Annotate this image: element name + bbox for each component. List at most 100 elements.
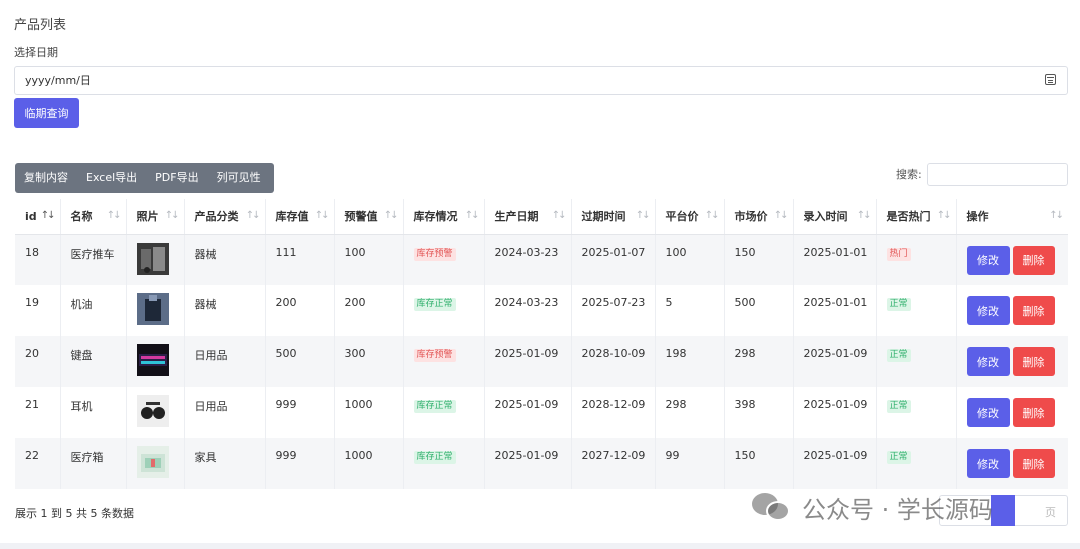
edit-button[interactable]: 修改 <box>966 449 1010 478</box>
column-visibility-button[interactable]: 列可见性 <box>208 163 270 193</box>
copy-button[interactable]: 复制内容 <box>15 163 77 193</box>
watermark: 公众号 · 学长源码 <box>752 489 993 525</box>
column-header-label: 照片 <box>136 210 159 224</box>
cell-actions: 修改 删除 <box>956 336 1068 387</box>
cell-platform-price: 99 <box>655 438 725 489</box>
column-header[interactable]: 库存值 ↑↓ <box>265 199 335 235</box>
expiry-query-button[interactable]: 临期查询 <box>14 98 79 128</box>
delete-button[interactable]: 删除 <box>1012 398 1055 427</box>
cell-stock: 999 <box>265 438 335 489</box>
cell-expiry-date: 2025-01-07 <box>571 234 656 285</box>
headphone-photo-icon <box>136 395 169 427</box>
edit-button[interactable]: 修改 <box>966 245 1010 275</box>
sort-icon[interactable]: ↑↓ <box>1049 210 1064 221</box>
search-input[interactable] <box>927 163 1068 186</box>
column-header[interactable]: 平台价 ↑↓ <box>655 199 725 235</box>
column-header[interactable]: 预警值 ↑↓ <box>334 199 404 235</box>
table-row: 20 键盘 日用品 500 300 库存预警 2025-01-09 2028-10-09 198… <box>15 336 1068 387</box>
cell-name: 医疗推车 <box>60 234 127 285</box>
status-badge: 库存正常 <box>413 451 456 464</box>
cell-platform-price: 198 <box>655 336 725 387</box>
cell-entry-time: 2025-01-01 <box>793 234 877 285</box>
column-header[interactable]: 名称 ↑↓ <box>60 199 127 235</box>
cell-name: 键盘 <box>60 336 127 387</box>
cell-entry-time: 2025-01-09 <box>793 336 877 387</box>
sort-icon[interactable]: ↑↓ <box>465 210 480 221</box>
column-header[interactable]: 操作 ↑↓ <box>956 199 1068 235</box>
cell-category: 器械 <box>184 234 266 285</box>
cell-production-date: 2025-01-09 <box>484 336 572 387</box>
delete-button[interactable]: 删除 <box>1012 296 1055 325</box>
cell-expiry-date: 2027-12-09 <box>571 438 656 489</box>
sort-icon[interactable]: ↑↓ <box>552 210 567 221</box>
column-header[interactable]: 库存情况 ↑↓ <box>403 199 485 235</box>
hot-badge: 正常 <box>886 451 911 464</box>
page-1-button[interactable] <box>991 495 1015 526</box>
cell-warning-value: 300 <box>334 336 404 387</box>
column-header-label: 产品分类 <box>194 210 239 224</box>
sort-icon[interactable]: ↑↓ <box>246 210 261 221</box>
column-header[interactable]: 市场价 ↑↓ <box>724 199 794 235</box>
status-badge: 库存预警 <box>413 349 456 362</box>
product-list-page: 产品列表 选择日期 yyyy/mm/日 临期查询 复制内容 Excel导出 PD… <box>0 0 1080 549</box>
column-header[interactable]: 录入时间 ↑↓ <box>793 199 877 235</box>
cell-platform-price: 100 <box>655 234 725 285</box>
column-header-label: 库存情况 <box>413 210 458 224</box>
table-row: 18 医疗推车 器械 111 100 库存预警 2024-03-23 2025-01-07 10… <box>15 234 1068 285</box>
cell-photo <box>126 438 185 489</box>
wechat-icon <box>752 491 792 523</box>
column-header[interactable]: 照片 ↑↓ <box>126 199 185 235</box>
column-header[interactable]: 是否热门 ↑↓ <box>876 199 957 235</box>
date-input[interactable]: yyyy/mm/日 <box>14 66 1068 95</box>
sort-icon[interactable]: ↑↓ <box>107 210 122 221</box>
delete-button[interactable]: 删除 <box>1012 347 1055 376</box>
cell-warning-value: 1000 <box>334 438 404 489</box>
delete-button[interactable]: 删除 <box>1012 245 1055 275</box>
column-header[interactable]: 产品分类 ↑↓ <box>184 199 266 235</box>
cell-market-price: 398 <box>724 387 794 438</box>
column-header-label: 是否热门 <box>886 210 931 224</box>
sort-icon[interactable]: ↑↓ <box>41 210 56 221</box>
cell-entry-time: 2025-01-01 <box>793 285 877 336</box>
cell-stock: 200 <box>265 285 335 336</box>
pdf-export-button[interactable]: PDF导出 <box>146 163 207 193</box>
cell-category: 日用品 <box>184 387 266 438</box>
sort-icon[interactable]: ↑↓ <box>705 210 720 221</box>
edit-button[interactable]: 修改 <box>966 296 1010 325</box>
calendar-icon[interactable] <box>1045 74 1056 85</box>
column-header[interactable]: 过期时间 ↑↓ <box>571 199 656 235</box>
hot-badge: 热门 <box>886 247 911 261</box>
sort-icon[interactable]: ↑↓ <box>857 210 872 221</box>
export-button-group: 复制内容 Excel导出 PDF导出 列可见性 <box>15 163 274 193</box>
column-header-label: 操作 <box>966 210 989 224</box>
cell-photo <box>126 336 185 387</box>
cell-production-date: 2024-03-23 <box>484 234 572 285</box>
delete-button[interactable]: 删除 <box>1012 449 1055 478</box>
cell-stock: 111 <box>265 234 335 285</box>
status-badge: 库存预警 <box>413 247 456 261</box>
cell-hot: 热门 <box>876 234 957 285</box>
column-header-label: 市场价 <box>734 210 768 224</box>
column-header[interactable]: id ↑↓ <box>15 199 61 235</box>
sort-icon[interactable]: ↑↓ <box>315 210 330 221</box>
edit-button[interactable]: 修改 <box>966 347 1010 376</box>
cell-actions: 修改 删除 <box>956 387 1068 438</box>
cell-hot: 正常 <box>876 387 957 438</box>
sort-icon[interactable]: ↑↓ <box>937 210 952 221</box>
sort-icon[interactable]: ↑↓ <box>774 210 789 221</box>
excel-export-button[interactable]: Excel导出 <box>77 163 146 193</box>
edit-button[interactable]: 修改 <box>966 398 1010 427</box>
sort-icon[interactable]: ↑↓ <box>165 210 180 221</box>
cell-stock-status: 库存预警 <box>403 336 485 387</box>
cell-production-date: 2024-03-23 <box>484 285 572 336</box>
sort-icon[interactable]: ↑↓ <box>636 210 651 221</box>
column-header-label: 生产日期 <box>494 210 539 224</box>
cell-entry-time: 2025-01-09 <box>793 438 877 489</box>
column-header[interactable]: 生产日期 ↑↓ <box>484 199 572 235</box>
oil-photo-icon <box>136 293 169 325</box>
cell-id: 20 <box>15 336 61 387</box>
status-badge: 库存正常 <box>413 298 456 311</box>
sort-icon[interactable]: ↑↓ <box>384 210 399 221</box>
next-page-button[interactable]: 页 <box>1045 504 1056 520</box>
product-table: id ↑↓ 名称 ↑↓ 照片 ↑↓ 产品分类 ↑↓ 库存值 ↑↓ 预警值 ↑↓ 库存情况 ↑↓ 生产日期 ↑↓… <box>15 199 1068 489</box>
